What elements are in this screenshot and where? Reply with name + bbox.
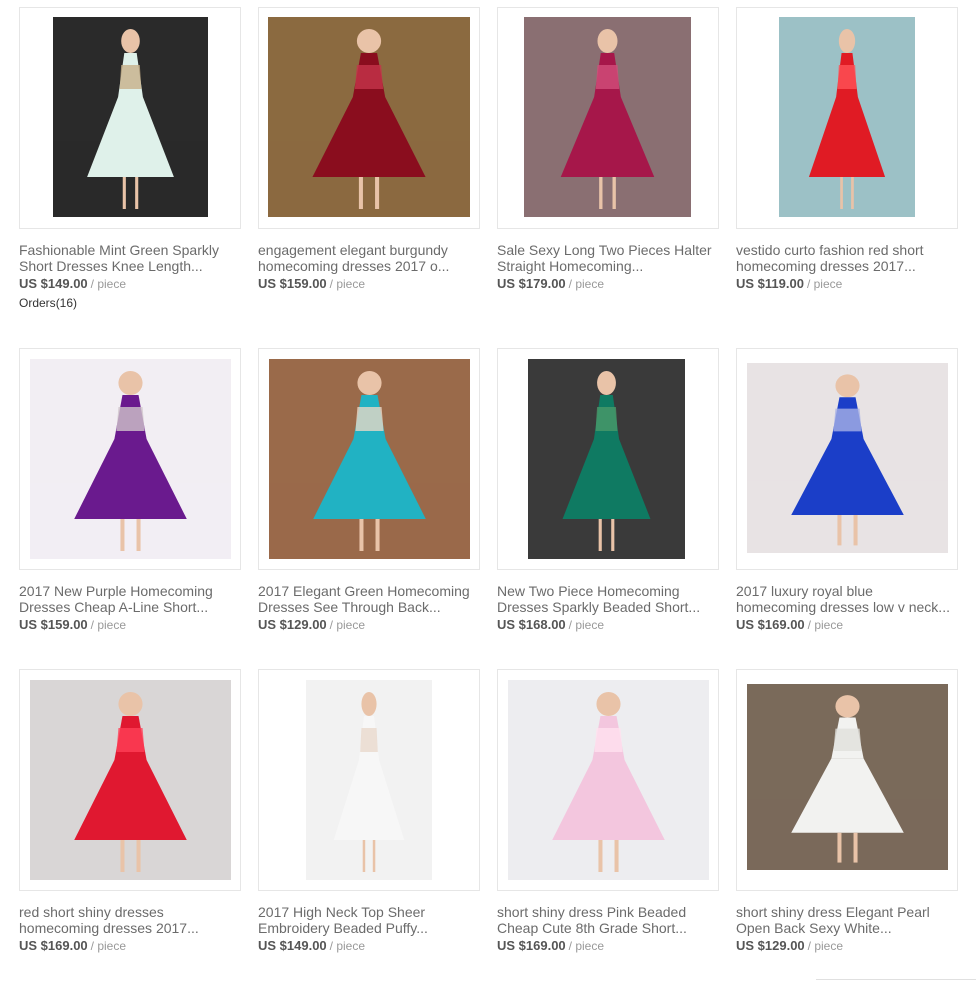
product-price: US $179.00 — [497, 276, 566, 291]
product-image[interactable] — [258, 669, 480, 891]
product-title-link[interactable]: short shiny dress Pink Beaded Cheap Cute… — [497, 904, 717, 936]
product-card[interactable]: short shiny dress Pink Beaded Cheap Cute… — [497, 669, 719, 953]
product-price: US $169.00 — [736, 617, 805, 632]
dress-photo-icon — [747, 363, 948, 553]
product-card[interactable]: New Two Piece Homecoming Dresses Sparkly… — [497, 348, 719, 632]
orders-value: (16) — [55, 296, 78, 310]
product-card[interactable]: Sale Sexy Long Two Pieces Halter Straigh… — [497, 7, 719, 291]
product-title-link[interactable]: 2017 High Neck Top Sheer Embroidery Bead… — [258, 904, 478, 936]
product-title-link[interactable]: 2017 Elegant Green Homecoming Dresses Se… — [258, 583, 478, 615]
dress-photo-icon — [30, 359, 231, 559]
product-price: US $129.00 — [258, 617, 327, 632]
price-unit: / piece — [568, 939, 605, 953]
dress-photo-icon — [269, 359, 470, 559]
price-row: US $168.00/ piece — [497, 617, 719, 632]
price-unit: / piece — [807, 939, 844, 953]
dress-photo-icon — [268, 17, 470, 217]
product-image[interactable] — [258, 348, 480, 570]
product-card[interactable]: 2017 luxury royal blue homecoming dresse… — [736, 348, 958, 632]
price-row: US $149.00/ piece — [19, 276, 241, 291]
price-unit: / piece — [568, 618, 605, 632]
dress-photo-icon — [524, 17, 691, 217]
product-image[interactable] — [19, 7, 241, 229]
product-card[interactable]: Fashionable Mint Green Sparkly Short Dre… — [19, 7, 241, 310]
product-card[interactable]: 2017 Elegant Green Homecoming Dresses Se… — [258, 348, 480, 632]
product-price: US $129.00 — [736, 938, 805, 953]
product-image[interactable] — [736, 669, 958, 891]
product-card[interactable]: 2017 High Neck Top Sheer Embroidery Bead… — [258, 669, 480, 953]
product-price: US $119.00 — [736, 276, 804, 291]
price-row: US $169.00/ piece — [736, 617, 958, 632]
product-price: US $149.00 — [258, 938, 327, 953]
price-unit: / piece — [90, 618, 127, 632]
price-unit: / piece — [90, 277, 127, 291]
price-row: US $129.00/ piece — [736, 938, 958, 953]
product-price: US $149.00 — [19, 276, 88, 291]
price-unit: / piece — [90, 939, 127, 953]
product-image[interactable] — [497, 7, 719, 229]
product-title-link[interactable]: engagement elegant burgundy homecoming d… — [258, 242, 478, 274]
price-unit: / piece — [329, 618, 366, 632]
dress-photo-icon — [747, 684, 948, 870]
product-price: US $159.00 — [19, 617, 88, 632]
dress-photo-icon — [508, 680, 709, 880]
price-row: US $159.00/ piece — [19, 617, 241, 632]
product-image[interactable] — [19, 348, 241, 570]
price-row: US $129.00/ piece — [258, 617, 480, 632]
price-unit: / piece — [806, 277, 843, 291]
price-row: US $179.00/ piece — [497, 276, 719, 291]
product-card[interactable]: vestido curto fashion red short homecomi… — [736, 7, 958, 291]
product-image[interactable] — [258, 7, 480, 229]
product-title-link[interactable]: 2017 New Purple Homecoming Dresses Cheap… — [19, 583, 239, 615]
product-title-link[interactable]: 2017 luxury royal blue homecoming dresse… — [736, 583, 956, 615]
product-card[interactable]: short shiny dress Elegant Pearl Open Bac… — [736, 669, 958, 953]
price-row: US $149.00/ piece — [258, 938, 480, 953]
price-unit: / piece — [329, 277, 366, 291]
product-price: US $168.00 — [497, 617, 566, 632]
product-title-link[interactable]: vestido curto fashion red short homecomi… — [736, 242, 956, 274]
dress-photo-icon — [779, 17, 915, 217]
product-price: US $169.00 — [19, 938, 88, 953]
product-title-link[interactable]: New Two Piece Homecoming Dresses Sparkly… — [497, 583, 717, 615]
price-unit: / piece — [807, 618, 844, 632]
product-card[interactable]: engagement elegant burgundy homecoming d… — [258, 7, 480, 291]
dress-photo-icon — [306, 680, 432, 880]
product-title-link[interactable]: short shiny dress Elegant Pearl Open Bac… — [736, 904, 956, 936]
price-unit: / piece — [568, 277, 605, 291]
product-image[interactable] — [736, 348, 958, 570]
product-image[interactable] — [497, 669, 719, 891]
product-image[interactable] — [497, 348, 719, 570]
price-row: US $169.00/ piece — [497, 938, 719, 953]
price-unit: / piece — [329, 939, 366, 953]
orders-label: Orders — [19, 296, 56, 310]
orders-count: Orders(16) — [19, 296, 241, 310]
price-row: US $119.00/ piece — [736, 276, 958, 291]
product-image[interactable] — [736, 7, 958, 229]
product-title-link[interactable]: red short shiny dresses homecoming dress… — [19, 904, 239, 936]
dress-photo-icon — [30, 680, 231, 880]
product-image[interactable] — [19, 669, 241, 891]
product-title-link[interactable]: Fashionable Mint Green Sparkly Short Dre… — [19, 242, 239, 274]
dress-photo-icon — [528, 359, 685, 559]
product-card[interactable]: red short shiny dresses homecoming dress… — [19, 669, 241, 953]
divider — [816, 979, 976, 980]
product-price: US $169.00 — [497, 938, 566, 953]
price-row: US $169.00/ piece — [19, 938, 241, 953]
product-card[interactable]: 2017 New Purple Homecoming Dresses Cheap… — [19, 348, 241, 632]
product-title-link[interactable]: Sale Sexy Long Two Pieces Halter Straigh… — [497, 242, 717, 274]
product-price: US $159.00 — [258, 276, 327, 291]
dress-photo-icon — [53, 17, 208, 217]
price-row: US $159.00/ piece — [258, 276, 480, 291]
